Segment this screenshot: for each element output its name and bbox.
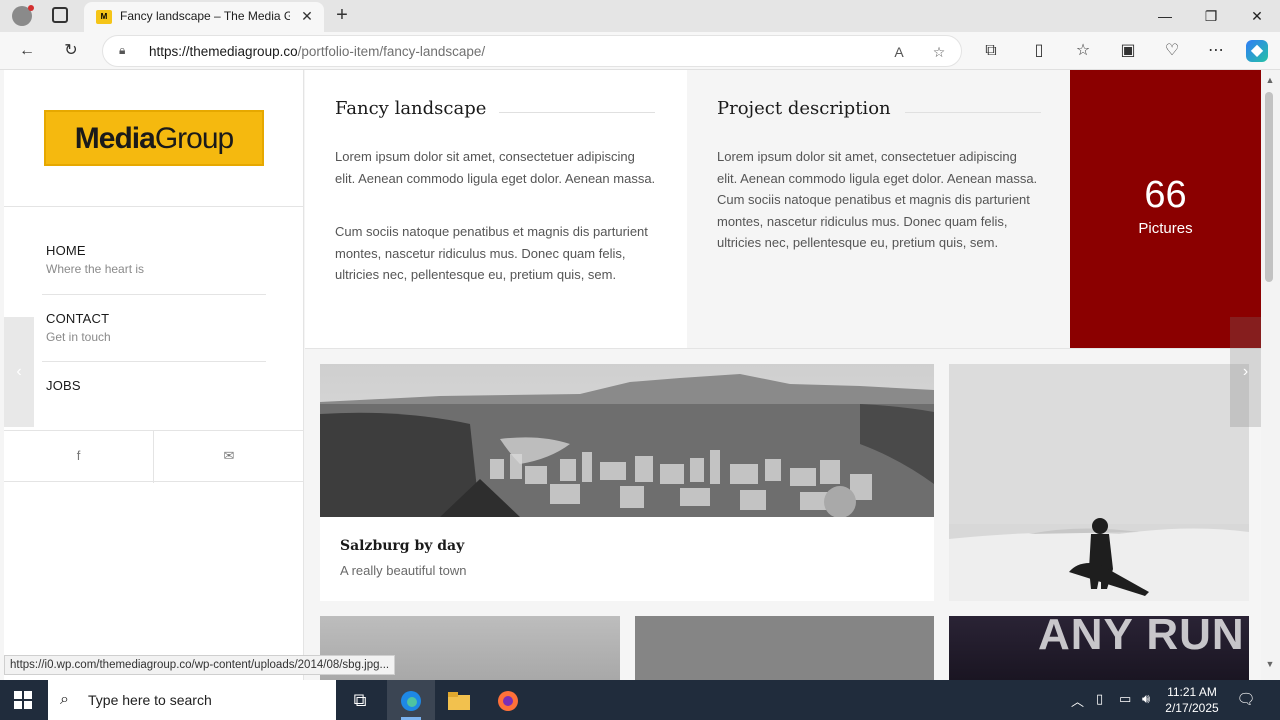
project-paragraph-1: Lorem ipsum dolor sit amet, consectetuer… — [335, 149, 656, 186]
back-icon[interactable]: ← — [16, 40, 38, 62]
search-icon: ⌕ — [60, 691, 69, 708]
windows-taskbar: ⌕ Type here to search ⧉ ︿ ▯ ▭ 🔊︎ 11:21 A… — [0, 680, 1280, 720]
pictures-count: 66 — [1144, 174, 1187, 216]
slider-next-icon[interactable]: › — [1230, 317, 1261, 427]
tray-device-icon[interactable]: ▯ — [1096, 691, 1103, 707]
lock-icon: 🔒︎ — [119, 43, 126, 57]
address-bar[interactable]: 🔒︎ https://themediagroup.co/portfolio-it… — [102, 35, 962, 67]
heading-rule — [499, 112, 655, 113]
tray-overflow-icon[interactable]: ︿ — [1071, 691, 1084, 710]
gallery-card-salzburg[interactable]: Salzburg by day A really beautiful town — [320, 364, 934, 601]
volume-icon[interactable]: 🔊︎ — [1142, 691, 1150, 707]
read-aloud-icon[interactable]: A — [889, 42, 909, 62]
card-subtitle: A really beautiful town — [340, 563, 467, 578]
web-page: MediaGroup HOME Where the heart is CONTA… — [0, 70, 1261, 680]
project-paragraph-2: Cum sociis natoque penatibus et magnis d… — [335, 224, 648, 282]
pictures-label: Pictures — [1138, 220, 1193, 237]
card-title[interactable]: Salzburg by day — [340, 538, 464, 554]
favorites-icon[interactable]: ☆ — [1072, 40, 1094, 62]
project-info-column: Fancy landscape Lorem ipsum dolor sit am… — [305, 70, 687, 348]
notification-dot — [28, 5, 34, 11]
taskbar-clock[interactable]: 11:21 AM 2/17/2025 — [1160, 684, 1224, 716]
nav-title: JOBS — [46, 378, 81, 393]
split-screen-icon[interactable]: ▯ — [1028, 40, 1050, 62]
refresh-icon[interactable]: ↻ — [60, 40, 82, 62]
social-bar: f ✉ — [4, 430, 304, 483]
page-scrollbar[interactable]: ▲ ▼ — [1261, 70, 1280, 680]
browser-toolbar: ← ↻ 🔒︎ https://themediagroup.co/portfoli… — [0, 32, 1280, 70]
pictures-counter: 66 Pictures — [1070, 70, 1261, 348]
extensions-icon[interactable]: ⧉ — [980, 40, 1002, 62]
performance-icon[interactable]: ♡ — [1161, 40, 1183, 62]
sidebar: MediaGroup HOME Where the heart is CONTA… — [4, 70, 304, 680]
more-menu-icon[interactable]: ⋯ — [1205, 40, 1227, 62]
close-window-icon[interactable]: ✕ — [1234, 0, 1280, 32]
firefox-icon[interactable] — [484, 680, 532, 720]
nav-title: HOME — [46, 243, 86, 258]
restore-icon[interactable]: ❐ — [1188, 0, 1234, 32]
section-divider — [305, 348, 1261, 349]
nav-divider — [42, 294, 266, 295]
copilot-icon[interactable]: ◆ — [1246, 40, 1268, 62]
nav-divider — [42, 361, 266, 362]
scroll-up-icon[interactable]: ▲ — [1264, 74, 1276, 86]
clock-time: 11:21 AM — [1167, 685, 1217, 699]
description-paragraph: Lorem ipsum dolor sit amet, consectetuer… — [717, 149, 1038, 250]
mediagroup-logo[interactable]: MediaGroup — [44, 110, 264, 166]
tab-actions-icon[interactable] — [52, 7, 68, 23]
close-tab-icon[interactable]: ✕ — [298, 7, 316, 25]
scroll-thumb[interactable] — [1265, 92, 1273, 282]
file-explorer-icon[interactable] — [435, 680, 483, 720]
facebook-icon[interactable]: f — [4, 431, 154, 483]
notification-icon[interactable]: 🗨︎ — [1236, 690, 1256, 710]
nav-title: CONTACT — [46, 311, 110, 326]
task-view-icon[interactable]: ⧉ — [336, 680, 384, 720]
logo-light-text: Group — [154, 122, 234, 155]
gallery-card-desert-photo[interactable] — [949, 364, 1249, 601]
nav-item-home[interactable]: HOME Where the heart is — [46, 243, 266, 276]
url-text[interactable]: https://themediagroup.co/portfolio-item/… — [149, 44, 485, 59]
salzburg-photo[interactable] — [320, 364, 934, 517]
scroll-down-icon[interactable]: ▼ — [1264, 658, 1276, 670]
search-placeholder: Type here to search — [88, 692, 212, 708]
mail-icon[interactable]: ✉ — [154, 431, 304, 483]
collections-icon[interactable]: ▣ — [1117, 40, 1139, 62]
browser-tab[interactable]: M Fancy landscape – The Media Gro ✕ — [84, 2, 324, 32]
description-title: Project description — [717, 98, 891, 119]
nav-item-contact[interactable]: CONTACT Get in touch — [46, 311, 266, 344]
minimize-icon[interactable]: — — [1142, 0, 1188, 32]
browser-titlebar: M Fancy landscape – The Media Gro ✕ + — … — [0, 0, 1280, 32]
nav-item-jobs[interactable]: JOBS — [46, 378, 266, 393]
anyrun-watermark: ANY RUN — [1038, 610, 1245, 659]
gallery-thumb[interactable] — [635, 616, 934, 680]
project-description-column: Project description Lorem ipsum dolor si… — [687, 70, 1070, 348]
url-path: /portfolio-item/fancy-landscape/ — [297, 44, 486, 59]
nav-subtitle: Where the heart is — [46, 262, 145, 276]
url-host: https://themediagroup.co — [149, 44, 298, 59]
new-tab-icon[interactable]: + — [330, 4, 354, 28]
nav-subtitle: Get in touch — [46, 330, 111, 344]
clock-date: 2/17/2025 — [1165, 701, 1219, 715]
favorite-star-icon[interactable]: ☆ — [929, 42, 949, 62]
windows-start-icon[interactable] — [14, 691, 32, 709]
logo-bold-text: Media — [74, 122, 156, 155]
logo-divider — [4, 206, 304, 207]
taskbar-search[interactable]: ⌕ Type here to search — [48, 680, 336, 720]
edge-browser-icon[interactable] — [387, 680, 435, 720]
network-icon[interactable]: ▭ — [1119, 691, 1131, 707]
project-title: Fancy landscape — [335, 98, 487, 119]
link-status-bar: https://i0.wp.com/themediagroup.co/wp-co… — [4, 655, 396, 675]
heading-rule — [905, 112, 1041, 113]
tab-title: Fancy landscape – The Media Gro — [120, 9, 290, 23]
slider-prev-icon[interactable]: ‹ — [4, 317, 34, 427]
favicon-icon: M — [96, 10, 112, 24]
